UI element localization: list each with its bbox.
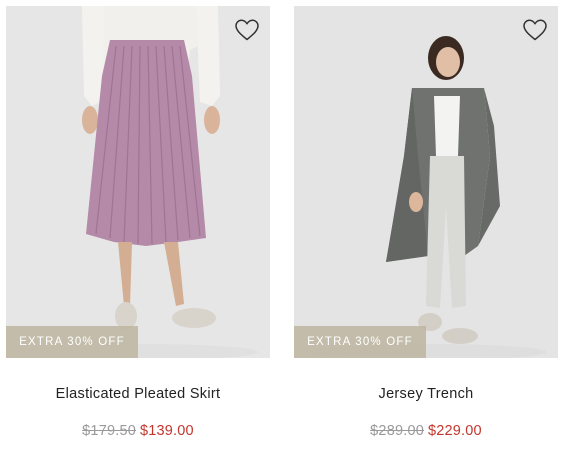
product-card[interactable]: EXTRA 30% OFF Elasticated Pleated Skirt … xyxy=(6,0,270,462)
discount-badge: EXTRA 30% OFF xyxy=(294,326,426,358)
product-name[interactable]: Jersey Trench xyxy=(294,386,558,402)
product-price: $179.50 $139.00 xyxy=(6,423,270,439)
discount-badge: EXTRA 30% OFF xyxy=(6,326,138,358)
product-price: $289.00 $229.00 xyxy=(294,423,558,439)
product-photo xyxy=(294,6,558,358)
product-name[interactable]: Elasticated Pleated Skirt xyxy=(6,386,270,402)
original-price: $179.50 xyxy=(82,423,136,439)
product-image[interactable]: EXTRA 30% OFF xyxy=(6,6,270,358)
product-card[interactable]: EXTRA 30% OFF Jersey Trench $289.00 $229.… xyxy=(294,0,558,462)
sale-price: $139.00 xyxy=(140,423,194,439)
product-photo xyxy=(6,6,270,358)
product-image[interactable]: EXTRA 30% OFF xyxy=(294,6,558,358)
heart-outline-icon[interactable] xyxy=(522,18,548,42)
heart-outline-icon[interactable] xyxy=(234,18,260,42)
original-price: $289.00 xyxy=(370,423,424,439)
sale-price: $229.00 xyxy=(428,423,482,439)
